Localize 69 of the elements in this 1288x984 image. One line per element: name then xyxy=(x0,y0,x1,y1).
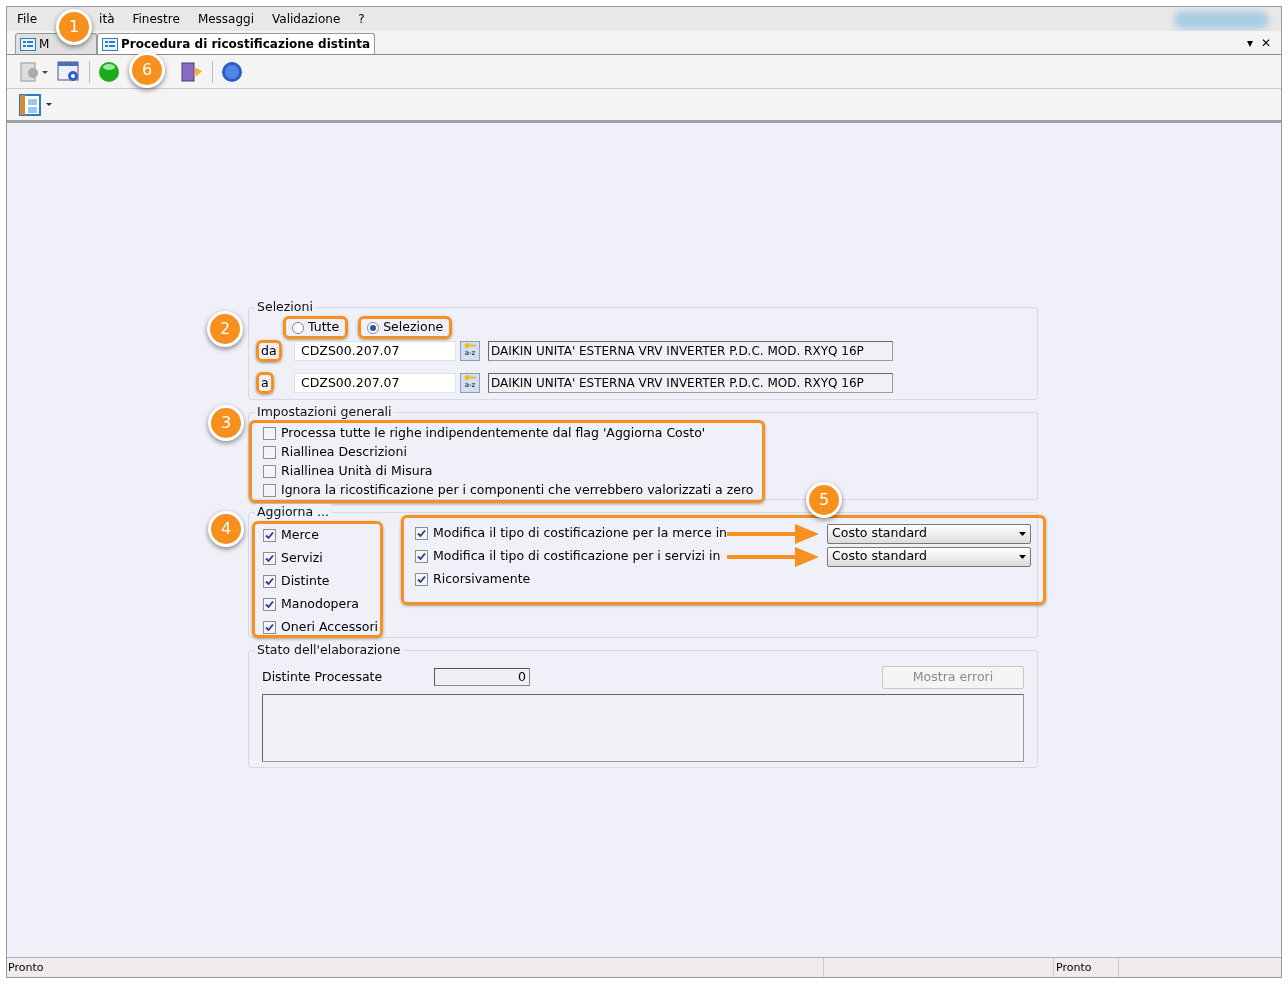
option-label: Modifica il tipo di costificazione per la merce in xyxy=(433,524,728,543)
counter-label: Distinte Processate xyxy=(262,667,384,686)
checkbox[interactable] xyxy=(415,573,428,586)
option-label: Distinte xyxy=(281,572,330,591)
radio-button[interactable] xyxy=(367,321,380,334)
checkbox[interactable] xyxy=(263,464,276,478)
checkbox[interactable] xyxy=(415,550,428,563)
menu-item[interactable]: File xyxy=(17,10,38,28)
option-label: Manodopera xyxy=(281,595,360,614)
field-label: a xyxy=(261,375,269,390)
option-label: Processa tutte le righe indipendentemente dal flag 'Aggiorna Costo' xyxy=(281,423,706,442)
dropdown-field[interactable]: Costo standard xyxy=(827,546,1032,567)
status-text: Pronto xyxy=(7,958,824,977)
status-text: Pronto xyxy=(1054,958,1119,977)
check-icon xyxy=(265,600,274,609)
door-icon[interactable] xyxy=(180,60,204,83)
close-button[interactable]: ✕ xyxy=(1260,34,1271,52)
checkbox[interactable] xyxy=(263,575,276,588)
checkbox[interactable] xyxy=(415,527,428,540)
menu-item[interactable]: ? xyxy=(358,10,365,28)
checkbox[interactable] xyxy=(263,621,276,634)
tab[interactable]: Procedura di ricostificazione distinta xyxy=(97,33,376,54)
caret-icon xyxy=(1019,554,1027,559)
window-icon xyxy=(20,37,36,51)
group-title: Impostazioni generali xyxy=(255,404,394,420)
option-label: Riallinea Unità di Misura xyxy=(281,461,433,480)
window-gear-icon[interactable] xyxy=(57,60,81,83)
checkbox[interactable] xyxy=(263,552,276,565)
description-field: DAIKIN UNITA' ESTERNA VRV INVERTER P.D.C. MOD. RXYQ 16P xyxy=(488,373,893,393)
menu-item[interactable]: Validazione xyxy=(272,10,341,28)
check-icon xyxy=(417,552,426,561)
radio-label: Tutte xyxy=(308,318,340,337)
description-field: DAIKIN UNITA' ESTERNA VRV INVERTER P.D.C. MOD. RXYQ 16P xyxy=(488,341,893,361)
menu-item[interactable]: Messaggi xyxy=(197,10,255,28)
dropdown-field[interactable]: Costo standard xyxy=(827,523,1032,544)
checkbox[interactable] xyxy=(263,445,276,459)
caret-icon xyxy=(1019,531,1027,536)
check-icon xyxy=(265,577,274,586)
window-icon xyxy=(102,37,118,51)
check-icon xyxy=(417,529,426,538)
counter-field: 0 xyxy=(434,668,530,686)
checkbox[interactable] xyxy=(263,426,276,440)
option-label: Ricorsivamente xyxy=(433,570,531,589)
check-icon xyxy=(417,575,426,584)
field-label: da xyxy=(261,343,277,358)
checkbox[interactable] xyxy=(263,529,276,542)
option-label: Riallinea Descrizioni xyxy=(281,442,407,461)
option-label: Ignora la ricostificazione per i componenti che verrebbero valorizzati a zero xyxy=(281,480,754,499)
option-label: Servizi xyxy=(281,549,323,568)
radio-label: Selezione xyxy=(383,318,444,337)
menu-item[interactable]: ità xyxy=(99,10,115,28)
dropdown-button[interactable]: ▾ xyxy=(1246,34,1253,52)
radio-button[interactable] xyxy=(292,321,304,334)
checkbox[interactable] xyxy=(263,483,276,497)
code-field[interactable]: CDZS00.207.07 xyxy=(294,373,456,393)
layout-icon[interactable] xyxy=(19,93,53,116)
status-light-icon[interactable] xyxy=(98,60,120,83)
group-title: Aggiorna ... xyxy=(255,504,331,520)
menu-item[interactable]: Finestre xyxy=(132,10,180,28)
option-label: Merce xyxy=(281,526,319,545)
check-icon xyxy=(265,554,274,563)
check-icon xyxy=(265,531,274,540)
key-icon xyxy=(464,342,476,349)
key-icon xyxy=(464,374,476,381)
option-label: Modifica il tipo di costificazione per i servizi in xyxy=(433,547,721,566)
check-icon xyxy=(265,623,274,632)
option-label: Oneri Accessori xyxy=(281,618,379,637)
code-field[interactable]: CDZS00.207.07 xyxy=(294,341,456,361)
checkbox[interactable] xyxy=(263,598,276,611)
